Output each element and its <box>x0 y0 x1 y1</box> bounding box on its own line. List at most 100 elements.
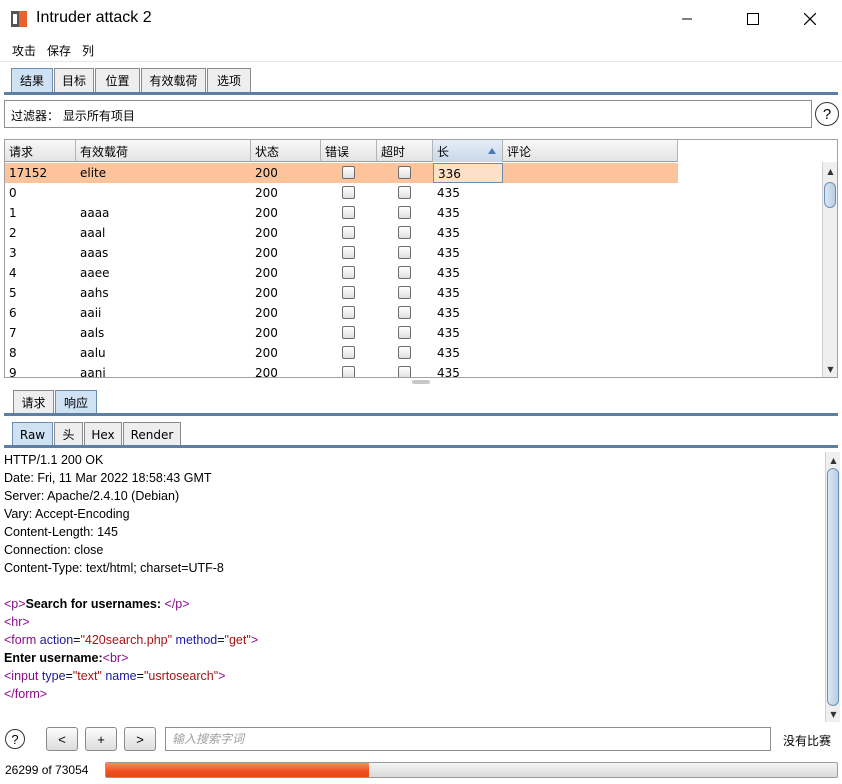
timeout-checkbox <box>398 186 411 199</box>
cell-timeout <box>377 263 433 283</box>
scroll-down-icon[interactable]: ▼ <box>826 707 841 721</box>
cell-request: 0 <box>9 186 17 200</box>
timeout-checkbox <box>398 206 411 219</box>
cell-status: 200 <box>255 226 278 240</box>
column-length[interactable]: 长 <box>433 140 503 162</box>
tab-payloads[interactable]: 有效载荷 <box>141 68 206 92</box>
table-row[interactable]: 17152 elite 200 336 <box>5 163 678 183</box>
cell-error <box>321 243 377 263</box>
response-body-line: <hr> <box>4 615 30 629</box>
menu-attack[interactable]: 攻击 <box>12 42 36 59</box>
cell-comment <box>503 203 678 223</box>
tab-options[interactable]: 选项 <box>207 68 251 92</box>
cell-payload: aaal <box>80 226 106 240</box>
cell-request: 4 <box>9 266 17 280</box>
column-request[interactable]: 请求 <box>5 140 76 162</box>
column-status[interactable]: 状态 <box>251 140 321 162</box>
search-bar: ? < + > 没有比赛 <box>0 724 842 754</box>
cell-error <box>321 363 377 377</box>
table-row[interactable]: 2 aaal 200 435 <box>5 223 678 243</box>
previous-match-button[interactable]: < <box>46 727 78 751</box>
cell-comment <box>503 343 678 363</box>
next-match-button[interactable]: > <box>124 727 156 751</box>
cell-comment <box>503 223 678 243</box>
table-row[interactable]: 7 aals 200 435 <box>5 323 678 343</box>
burp-logo-icon <box>11 11 27 27</box>
cell-request: 6 <box>9 306 17 320</box>
table-row[interactable]: 1 aaaa 200 435 <box>5 203 678 223</box>
add-button[interactable]: + <box>85 727 117 751</box>
cell-comment <box>503 323 678 343</box>
sort-ascending-icon <box>488 148 496 154</box>
cell-timeout <box>377 363 433 377</box>
cell-length: 336 <box>433 163 503 183</box>
table-row[interactable]: 0 200 435 <box>5 183 678 203</box>
response-body-line: <input type="text" name="usrtosearch"> <box>4 669 226 683</box>
cell-length: 435 <box>437 326 460 340</box>
column-error[interactable]: 错误 <box>321 140 377 162</box>
table-row[interactable]: 8 aalu 200 435 <box>5 343 678 363</box>
search-input[interactable] <box>165 727 771 751</box>
filter-text: 过滤器： 显示所有项目 <box>11 109 135 123</box>
table-row[interactable]: 6 aaii 200 435 <box>5 303 678 323</box>
error-checkbox <box>342 186 355 199</box>
cell-timeout <box>377 223 433 243</box>
filter-help-icon[interactable]: ? <box>815 102 839 126</box>
table-row[interactable]: 5 aahs 200 435 <box>5 283 678 303</box>
cell-length: 435 <box>437 346 460 360</box>
cell-error <box>321 223 377 243</box>
table-row[interactable]: 4 aaee 200 435 <box>5 263 678 283</box>
progress-bar <box>105 762 838 778</box>
tab-render[interactable]: Render <box>123 422 181 446</box>
response-header-line: Content-Length: 145 <box>4 525 118 539</box>
maximize-button[interactable] <box>730 0 776 38</box>
close-button[interactable] <box>787 0 833 38</box>
response-scroll-thumb[interactable] <box>827 468 839 706</box>
tab-response[interactable]: 响应 <box>55 390 97 414</box>
column-comment[interactable]: 评论 <box>503 140 678 162</box>
cell-error <box>321 303 377 323</box>
cell-status: 200 <box>255 346 278 360</box>
cell-comment <box>503 183 678 203</box>
cell-status: 200 <box>255 246 278 260</box>
filter-bar[interactable]: 过滤器： 显示所有项目 <box>4 100 812 128</box>
menu-save[interactable]: 保存 <box>47 42 71 59</box>
table-scrollbar[interactable]: ▲ ▼ <box>822 162 837 377</box>
timeout-checkbox <box>398 366 411 377</box>
column-payload[interactable]: 有效载荷 <box>76 140 251 162</box>
tab-results[interactable]: 结果 <box>11 68 53 92</box>
cell-timeout <box>377 183 433 203</box>
split-divider-handle[interactable] <box>412 380 430 384</box>
table-header: 请求 有效载荷 状态 错误 超时 长 评论 <box>5 140 678 162</box>
match-count: 没有比赛 <box>783 734 832 748</box>
scroll-up-icon[interactable]: ▲ <box>823 164 837 178</box>
cell-request: 5 <box>9 286 17 300</box>
table-scroll-thumb[interactable] <box>824 182 836 208</box>
table-row[interactable]: 9 aani 200 435 <box>5 363 678 378</box>
tab-hex[interactable]: Hex <box>84 422 122 446</box>
scroll-up-icon[interactable]: ▲ <box>826 453 841 467</box>
minimize-button[interactable] <box>664 0 710 38</box>
search-help-icon[interactable]: ? <box>5 729 25 749</box>
tab-headers[interactable]: 头 <box>54 422 83 446</box>
tab-raw[interactable]: Raw <box>12 422 53 446</box>
response-scrollbar[interactable]: ▲ ▼ <box>825 452 840 722</box>
cell-request: 9 <box>9 366 17 378</box>
column-timeout[interactable]: 超时 <box>377 140 433 162</box>
cell-payload: aahs <box>80 286 109 300</box>
cell-error <box>321 203 377 223</box>
tab-request[interactable]: 请求 <box>13 390 54 414</box>
table-row[interactable]: 3 aaas 200 435 <box>5 243 678 263</box>
scroll-down-icon[interactable]: ▼ <box>823 362 837 376</box>
cell-request: 8 <box>9 346 17 360</box>
response-header-line: Content-Type: text/html; charset=UTF-8 <box>4 561 224 575</box>
response-viewer[interactable]: HTTP/1.1 200 OK Date: Fri, 11 Mar 2022 1… <box>0 452 826 722</box>
cell-error <box>321 323 377 343</box>
cell-status: 200 <box>255 326 278 340</box>
window-title: Intruder attack 2 <box>36 9 152 26</box>
tab-target[interactable]: 目标 <box>54 68 94 92</box>
cell-comment <box>503 263 678 283</box>
menu-columns[interactable]: 列 <box>82 42 94 59</box>
cell-timeout <box>377 303 433 323</box>
tab-positions[interactable]: 位置 <box>95 68 140 92</box>
